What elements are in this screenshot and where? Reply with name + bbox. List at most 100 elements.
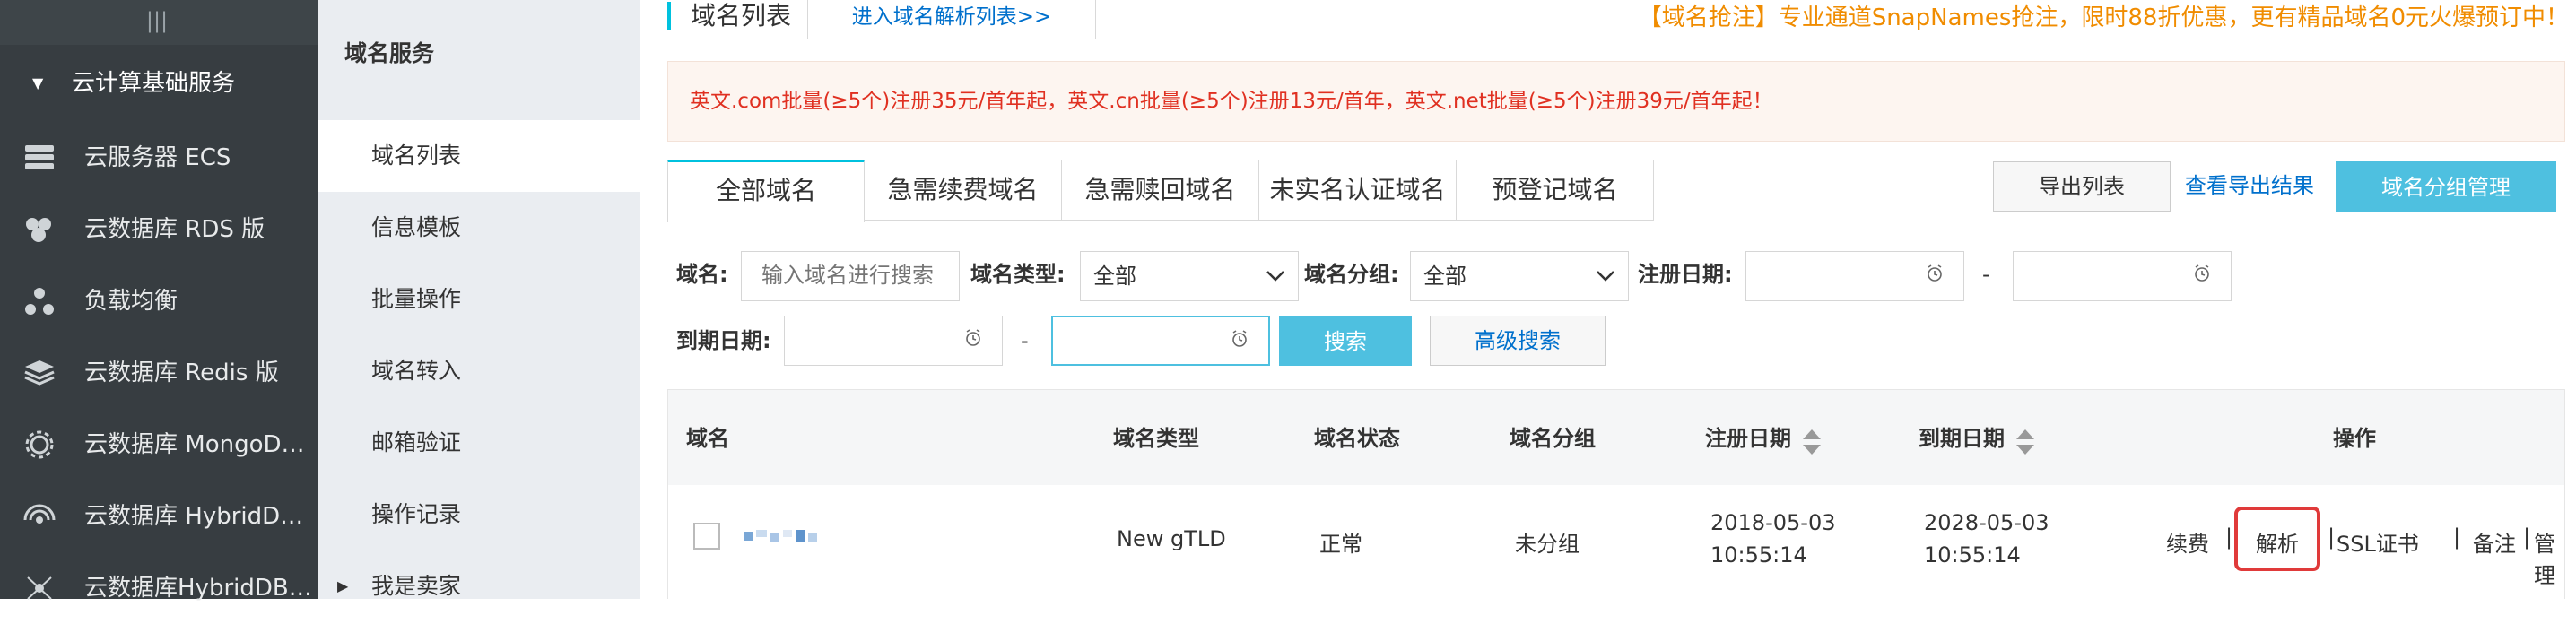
action-separator: | — [2328, 524, 2336, 550]
notice-text: 英文.com批量(≥5个)注册35元/首年起，英文.cn批量(≥5个)注册13元… — [690, 90, 1773, 113]
sidebar-topbar: ||| — [0, 0, 318, 45]
reg-date-range-separator: - — [1982, 262, 1990, 287]
chevron-down-icon — [1266, 271, 1284, 282]
domain-type-label: 域名类型: — [970, 262, 1066, 287]
manage-link[interactable]: 管理 — [2534, 526, 2564, 589]
main-sidebar: ||| ▼ 云计算基础服务 云服务器 ECS 云数据库 RDS 版 负载均衡 云… — [0, 0, 318, 602]
main-content: 域名列表 进入域名解析列表>> 【域名抢注】专业通道SnapNames抢注，限时… — [640, 0, 2576, 600]
server-icon — [25, 145, 54, 169]
tab-preregistered[interactable]: 预登记域名 — [1457, 160, 1654, 221]
expire-date-start-input[interactable] — [784, 316, 1003, 366]
domain-group-value: 全部 — [1423, 264, 1466, 289]
sidebar-item-slb[interactable]: 负载均衡 — [0, 265, 318, 337]
cog-icon — [25, 430, 54, 459]
sidebar-section-label: 云计算基础服务 — [72, 70, 236, 97]
sidebar-item-label: 云数据库 MongoDB 版 — [84, 431, 314, 458]
reg-date-start-input[interactable] — [1745, 251, 1964, 301]
export-list-button[interactable]: 导出列表 — [1993, 161, 2171, 212]
column-header-status: 域名状态 — [1314, 426, 1400, 451]
domain-service-subnav: 域名服务 域名列表 信息模板 批量操作 域名转入 邮箱验证 操作记录 ▶ 我是卖… — [318, 0, 640, 599]
table-row: New gTLD 正常 未分组 2018-05-03 10:55:14 2028… — [668, 485, 2564, 600]
ssl-cert-link[interactable]: SSL证书 — [2337, 526, 2419, 558]
sidebar-item-label: 云数据库 Redis 版 — [84, 360, 279, 386]
reg-date-label: 注册日期: — [1638, 262, 1733, 287]
sidebar-item-label: 云数据库 RDS 版 — [84, 216, 265, 243]
sidebar-section-cloud-basic[interactable]: ▼ 云计算基础服务 — [0, 56, 318, 111]
search-button[interactable]: 搜索 — [1279, 316, 1412, 366]
reg-time-cell: 10:55:14 — [1710, 542, 1807, 568]
exp-time-cell: 10:55:14 — [1924, 542, 2021, 568]
domain-name-blurred[interactable] — [744, 530, 824, 542]
domain-filter-label: 域名: — [676, 262, 728, 287]
expire-date-range-separator: - — [1021, 328, 1029, 353]
chevron-down-icon: ▼ — [32, 74, 44, 91]
sort-icon — [2016, 429, 2035, 455]
sidebar-item-rds[interactable]: 云数据库 RDS 版 — [0, 194, 318, 265]
subnav-item-batch-ops[interactable]: 批量操作 — [318, 264, 640, 335]
table-header-row: 域名 域名类型 域名状态 域名分组 注册日期 到期日期 操作 — [668, 390, 2564, 485]
subnav-item-domain-transfer[interactable]: 域名转入 — [318, 335, 640, 407]
sidebar-item-hybriddb-1[interactable]: 云数据库 HybridDB f... — [0, 481, 318, 552]
domain-type-value: 全部 — [1093, 264, 1136, 289]
page-title: 域名列表 — [691, 1, 792, 30]
note-link[interactable]: 备注 — [2473, 526, 2516, 558]
reg-date-cell: 2018-05-03 — [1710, 510, 1836, 535]
domain-group-label: 域名分组: — [1304, 262, 1399, 287]
domain-group-manage-button[interactable]: 域名分组管理 — [2336, 161, 2556, 212]
column-header-actions: 操作 — [2333, 426, 2376, 451]
sidebar-item-label: 云数据库HybridDB fo... — [84, 575, 314, 602]
alarm-clock-icon — [1928, 264, 1942, 282]
tab-redeem-urgent[interactable]: 急需赎回域名 — [1062, 160, 1259, 221]
alarm-clock-icon — [966, 329, 980, 346]
exp-date-header-label: 到期日期 — [1919, 426, 2005, 451]
exp-date-cell: 2028-05-03 — [1924, 510, 2049, 535]
notice-banner: 英文.com批量(≥5个)注册35元/首年起，英文.cn批量(≥5个)注册13元… — [667, 61, 2565, 142]
sidebar-item-label: 云数据库 HybridDB f... — [84, 503, 314, 530]
load-balancer-icon — [25, 288, 54, 315]
column-header-reg-date[interactable]: 注册日期 — [1705, 420, 1823, 456]
subnav-item-domain-list[interactable]: 域名列表 — [318, 120, 640, 192]
action-separator: | — [2453, 524, 2461, 550]
domain-group-cell: 未分组 — [1515, 532, 1580, 557]
alarm-clock-icon — [1232, 330, 1247, 347]
promo-banner-link[interactable]: 【域名抢注】专业通道SnapNames抢注，限时88折优惠，更有精品域名0元火爆… — [1582, 2, 2569, 34]
tab-all-domains[interactable]: 全部域名 — [667, 160, 865, 222]
advanced-search-button[interactable]: 高级搜索 — [1430, 316, 1606, 366]
sidebar-item-hybriddb-2[interactable]: 云数据库HybridDB fo... — [0, 552, 318, 624]
subnav-item-op-log[interactable]: 操作记录 — [318, 479, 640, 550]
sidebar-item-redis[interactable]: 云数据库 Redis 版 — [0, 337, 318, 409]
subnav-title: 域名服务 — [344, 40, 435, 66]
subnav-item-label: 我是卖家 — [371, 573, 462, 599]
domain-table: 域名 域名类型 域名状态 域名分组 注册日期 到期日期 操作 New gTLD … — [667, 389, 2565, 600]
column-header-domain: 域名 — [686, 426, 729, 451]
reg-date-header-label: 注册日期 — [1705, 426, 1791, 451]
reg-date-end-input[interactable] — [2013, 251, 2232, 301]
alarm-clock-icon — [2195, 264, 2209, 282]
column-header-exp-date[interactable]: 到期日期 — [1919, 420, 2036, 456]
chevron-down-icon — [1597, 271, 1614, 282]
resolve-link[interactable]: 解析 — [2256, 526, 2299, 558]
sidebar-collapse-toggle[interactable]: ||| — [144, 7, 170, 34]
sidebar-item-mongodb[interactable]: 云数据库 MongoDB 版 — [0, 409, 318, 481]
subnav-item-email-verify[interactable]: 邮箱验证 — [318, 407, 640, 479]
domain-type-select[interactable]: 全部 — [1080, 251, 1299, 301]
renew-link[interactable]: 续费 — [2166, 526, 2209, 558]
database-icon — [26, 218, 51, 242]
sidebar-item-ecs[interactable]: 云服务器 ECS — [0, 122, 318, 194]
domain-search-input[interactable] — [741, 251, 960, 301]
expire-date-end-input[interactable] — [1051, 316, 1270, 366]
tab-unverified[interactable]: 未实名认证域名 — [1259, 160, 1457, 221]
subnav-item-info-template[interactable]: 信息模板 — [318, 192, 640, 264]
tab-renew-urgent[interactable]: 急需续费域名 — [865, 160, 1062, 221]
title-accent-bar — [667, 2, 671, 30]
sidebar-item-label: 云服务器 ECS — [84, 144, 231, 171]
domain-group-select[interactable]: 全部 — [1410, 251, 1629, 301]
resolve-list-link[interactable]: 进入域名解析列表>> — [807, 0, 1096, 39]
column-header-group: 域名分组 — [1510, 426, 1596, 451]
action-separator: | — [2523, 524, 2531, 550]
view-export-result-link[interactable]: 查看导出结果 — [2185, 163, 2314, 208]
sidebar-item-label: 负载均衡 — [84, 288, 178, 315]
expire-date-label: 到期日期: — [676, 328, 771, 353]
row-checkbox[interactable] — [693, 523, 720, 550]
subnav-item-seller[interactable]: ▶ 我是卖家 — [318, 550, 640, 622]
